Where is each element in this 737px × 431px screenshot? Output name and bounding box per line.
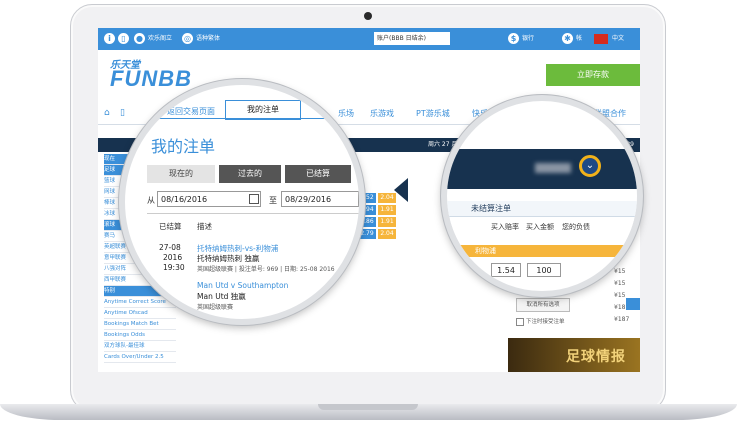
col-header-settled: 已结算	[159, 222, 182, 231]
sidebar-item[interactable]: Bookings Odds	[104, 330, 176, 341]
betslip-columns: 买入赔率 买入金额 您的负债	[447, 219, 637, 246]
unsettled-bets-header[interactable]: 未结算注单	[447, 201, 637, 217]
bet-selection: 托特纳姆热刺 独赢	[197, 254, 260, 263]
panel-action-button[interactable]	[626, 298, 640, 310]
odds-cell[interactable]: 1.91	[378, 205, 396, 215]
from-label: 从	[147, 196, 155, 205]
page-title: 我的注单	[151, 137, 216, 156]
sidebar-item[interactable]: 双方球队-最佳球	[104, 341, 176, 352]
sidebar-item[interactable]: Bookings Match Bet	[104, 319, 176, 330]
odds-cell[interactable]: 1.91	[378, 217, 396, 227]
calendar-icon[interactable]	[249, 194, 259, 204]
topbar-item[interactable]: 欢乐阁立	[148, 28, 172, 50]
clear-selections-button[interactable]: 取消所有选项	[516, 298, 570, 312]
bet-match-link[interactable]: Man Utd v Southampton	[197, 281, 288, 290]
col-header-liability: 您的负债	[562, 223, 590, 231]
to-label: 至	[269, 196, 277, 205]
table-divider	[147, 213, 359, 214]
right-column-value: ¥15	[614, 280, 626, 287]
globe-icon[interactable]: ◎	[182, 33, 193, 44]
tab-underline	[125, 118, 359, 119]
tab-my-bets[interactable]: 我的注单	[225, 100, 301, 120]
top-bar: i ▯ ● 欢乐阁立 ◎ 语种繁体 账户(BBB 日结余) $ 银行 ✱ 帐 中…	[98, 28, 640, 50]
col-header-description: 描述	[197, 222, 212, 231]
col-header-amount: 买入金额	[526, 223, 554, 231]
sidebar-item[interactable]: Cards Over/Under 2.5	[104, 352, 176, 363]
mobile-icon[interactable]: ▯	[118, 33, 129, 44]
bank-icon[interactable]: $	[508, 33, 519, 44]
odds-input[interactable]: 1.54	[491, 263, 521, 277]
user-icon[interactable]: ●	[134, 33, 145, 44]
china-flag-icon[interactable]	[594, 34, 608, 44]
bet-detail: 英国超级联赛	[197, 304, 234, 311]
home-icon[interactable]: ⌂	[104, 108, 110, 118]
promo-banner-text: 足球情报	[566, 349, 626, 365]
odds-cell[interactable]: 2.04	[378, 229, 396, 239]
topbar-account[interactable]: 帐	[576, 28, 582, 50]
magnifier-my-bets: 返回交易页面 我的注单 我的注单 现在的 过去的 已结算 从 08/16/201…	[119, 79, 365, 325]
accept-checkbox[interactable]	[516, 318, 524, 326]
chevron-down-icon[interactable]: ⌄	[579, 155, 601, 177]
pointer-arrow-icon	[394, 178, 408, 202]
accept-checkbox-label: 下注时接受注单	[526, 319, 565, 325]
nav-item-games[interactable]: 乐游戏	[370, 108, 394, 119]
bet-year: 2016	[163, 253, 183, 262]
bet-detail: 英国超级联赛 | 投注单号: 969 | 日期: 25-08 2016	[197, 266, 335, 273]
to-date-input[interactable]: 08/29/2016	[281, 191, 359, 207]
tab-past[interactable]: 过去的	[219, 165, 281, 183]
deposit-button[interactable]: 立即存款	[546, 64, 640, 86]
tab-settled[interactable]: 已结算	[285, 165, 351, 183]
magnifier-betslip: ⌄ 未结算注单 买入赔率 买入金额 您的负债 利物浦 1.54 100	[441, 95, 643, 297]
stake-input[interactable]: 100	[527, 263, 561, 277]
info-icon[interactable]: i	[104, 33, 115, 44]
from-date-input[interactable]: 08/16/2016	[157, 191, 261, 207]
account-box[interactable]: 账户(BBB 日结余)	[374, 32, 450, 45]
topbar-lang-cn[interactable]: 中文	[612, 28, 624, 50]
webcam	[364, 12, 372, 20]
topbar-bank[interactable]: 银行	[522, 28, 534, 50]
tab-current[interactable]: 现在的	[147, 165, 215, 183]
right-column-value: ¥15	[614, 268, 626, 275]
selected-team-row: 利物浦	[447, 245, 637, 257]
back-to-trading-link[interactable]: 返回交易页面	[167, 106, 215, 117]
laptop-notch	[318, 404, 418, 410]
bet-time: 19:30	[163, 263, 185, 272]
col-header-stake-odds: 买入赔率	[491, 223, 519, 231]
topbar-language[interactable]: 语种繁体	[196, 28, 220, 50]
masked-username	[535, 163, 571, 173]
settings-icon[interactable]: ✱	[562, 33, 573, 44]
bet-date: 27-08	[159, 243, 181, 252]
betslip-options: 取消所有选项 下注时接受注单	[516, 296, 640, 336]
bet-selection: Man Utd 独赢	[197, 292, 246, 301]
nav-item-pt[interactable]: PT游乐城	[416, 108, 450, 119]
